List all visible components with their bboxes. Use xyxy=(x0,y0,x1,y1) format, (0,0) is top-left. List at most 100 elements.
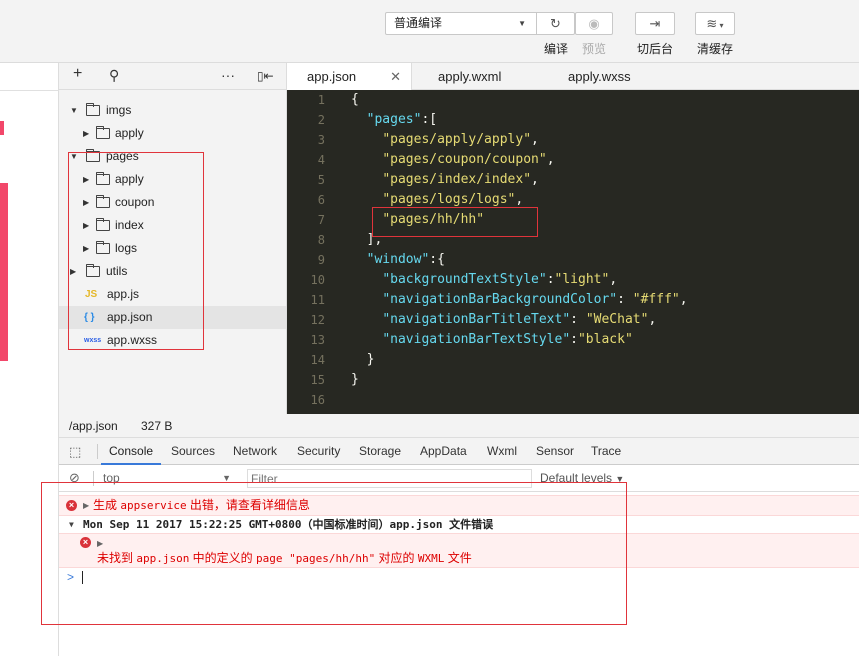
simulator-panel[interactable] xyxy=(0,63,59,656)
folder-icon xyxy=(86,264,100,277)
code-line[interactable]: 12 "navigationBarTitleText": "WeChat", xyxy=(287,310,859,330)
code-line[interactable]: 14 } xyxy=(287,350,859,370)
search-icon[interactable]: ⚲ xyxy=(109,67,119,84)
console-prompt[interactable]: > xyxy=(59,568,859,587)
tree-item-app-wxss[interactable]: wxss app.wxss xyxy=(59,329,286,352)
compile-mode-value: 普通编译 xyxy=(394,16,443,30)
code-text: "navigationBarTitleText": "WeChat", xyxy=(382,312,657,327)
more-icon[interactable]: ··· xyxy=(221,67,235,83)
tree-item-pages[interactable]: ▼ pages xyxy=(59,145,286,168)
code-text: { xyxy=(351,92,359,107)
top-toolbar: 普通编译 ▼ ↻ ◉ ⇥ ≋ ▾ 编译 预览 切后台 清缓存 xyxy=(0,0,859,63)
code-text: "pages/coupon/coupon", xyxy=(382,152,555,167)
code-line[interactable]: 11 "navigationBarBackgroundColor": "#fff… xyxy=(287,290,859,310)
tab-sources[interactable]: Sources xyxy=(171,438,215,465)
inspect-icon[interactable]: ⬚ xyxy=(69,444,81,460)
line-number: 7 xyxy=(317,213,325,227)
switch-background-icon: ⇥ xyxy=(649,16,661,31)
code-line[interactable]: 10 "backgroundTextStyle":"light", xyxy=(287,270,859,290)
chevron-down-icon: ▼ xyxy=(70,152,78,161)
line-number: 5 xyxy=(317,173,325,187)
tab-security[interactable]: Security xyxy=(297,438,340,465)
tab-storage[interactable]: Storage xyxy=(359,438,401,465)
tree-item-pages-apply[interactable]: ▶ apply xyxy=(59,168,286,191)
add-icon[interactable]: + xyxy=(73,65,82,83)
chevron-down-icon: ▼ xyxy=(69,520,74,529)
folder-icon xyxy=(96,218,110,231)
chevron-right-icon: ▶ xyxy=(70,267,77,276)
tree-item-logs[interactable]: ▶ logs xyxy=(59,237,286,260)
clear-cache-button[interactable]: ≋ ▾ xyxy=(695,12,735,35)
tab-trace[interactable]: Trace xyxy=(591,438,621,465)
code-line[interactable]: 7 "pages/hh/hh" xyxy=(287,210,859,230)
file-tree-panel: + ⚲ ··· ▯⇤ ▼ imgs ▶ apply ▼ pages ▶ appl… xyxy=(59,63,287,414)
folder-icon xyxy=(96,195,110,208)
tab-network[interactable]: Network xyxy=(233,438,277,465)
background-button[interactable]: ⇥ xyxy=(635,12,675,35)
tree-item-index[interactable]: ▶ index xyxy=(59,214,286,237)
chevron-right-icon: ▶ xyxy=(83,198,90,207)
code-line[interactable]: 2 "pages":[ xyxy=(287,110,859,130)
tree-item-utils[interactable]: ▶ utils xyxy=(59,260,286,283)
code-line[interactable]: 13 "navigationBarTextStyle":"black" xyxy=(287,330,859,350)
divider xyxy=(0,90,59,91)
console-error-detail[interactable]: × ▶ 未找到 app.json 中的定义的 page "pages/hh/hh… xyxy=(59,533,859,568)
preview-button[interactable]: ◉ xyxy=(575,12,613,35)
tree-item-coupon[interactable]: ▶ coupon xyxy=(59,191,286,214)
chevron-right-icon: ▶ xyxy=(83,129,90,138)
tree-item-apply[interactable]: ▶ apply xyxy=(59,122,286,145)
compile-button[interactable]: ↻ xyxy=(537,12,575,35)
js-file-icon: JS xyxy=(85,289,98,300)
code-line[interactable]: 9 "window":{ xyxy=(287,250,859,270)
filter-input[interactable] xyxy=(247,469,532,488)
folder-icon xyxy=(96,126,110,139)
simulator-accent xyxy=(0,121,4,135)
collapse-panel-icon[interactable]: ▯⇤ xyxy=(257,69,274,83)
clear-console-icon[interactable]: ⊘ xyxy=(69,470,80,486)
levels-select[interactable]: Default levels ▼ xyxy=(540,469,624,488)
preview-label: 预览 xyxy=(581,42,606,56)
tab-apply-wxss[interactable]: apply.wxss xyxy=(568,63,668,90)
tree-item-imgs[interactable]: ▼ imgs xyxy=(59,99,286,122)
compile-label: 编译 xyxy=(543,42,568,56)
tab-appdata[interactable]: AppData xyxy=(420,438,467,465)
code-line[interactable]: 16 xyxy=(287,390,859,410)
tree-item-app-js[interactable]: JS app.js xyxy=(59,283,286,306)
eye-icon: ◉ xyxy=(588,16,600,31)
chevron-right-icon: ▶ xyxy=(83,501,90,510)
code-text: "pages/apply/apply", xyxy=(382,132,539,147)
code-line[interactable]: 1{ xyxy=(287,90,859,110)
line-number: 11 xyxy=(310,293,325,307)
code-line[interactable]: 8 ], xyxy=(287,230,859,250)
console-group-header[interactable]: ▼ Mon Sep 11 2017 15:22:25 GMT+0800（中国标准… xyxy=(59,515,859,534)
json-file-icon: { } xyxy=(84,312,95,323)
tab-sensor[interactable]: Sensor xyxy=(536,438,574,465)
code-text: "pages/logs/logs", xyxy=(382,192,524,207)
console-error-row[interactable]: × ▶ 生成 appservice 出错，请查看详细信息 xyxy=(59,495,859,516)
file-path: /app.json xyxy=(69,419,118,433)
line-number: 6 xyxy=(317,193,325,207)
code-editor[interactable]: 1{2 "pages":[3 "pages/apply/apply", 4 "pa… xyxy=(287,90,859,414)
close-icon[interactable]: ✕ xyxy=(390,63,401,90)
code-text: "pages/hh/hh" xyxy=(382,212,485,227)
code-line[interactable]: 6 "pages/logs/logs", xyxy=(287,190,859,210)
tab-apply-wxml[interactable]: apply.wxml xyxy=(438,63,538,90)
console-output[interactable]: × ▶ 生成 appservice 出错，请查看详细信息 ▼ Mon Sep 1… xyxy=(59,492,859,656)
code-line[interactable]: 5 "pages/index/index", xyxy=(287,170,859,190)
code-line[interactable]: 15} xyxy=(287,370,859,390)
error-icon: × xyxy=(80,537,91,548)
simulator-banner xyxy=(0,183,8,361)
code-line[interactable]: 4 "pages/coupon/coupon", xyxy=(287,150,859,170)
line-number: 16 xyxy=(310,393,325,407)
file-size: 327 B xyxy=(141,419,173,433)
divider xyxy=(97,444,98,459)
tab-console[interactable]: Console xyxy=(101,438,162,465)
tree-item-app-json[interactable]: { } app.json xyxy=(59,306,286,329)
context-select[interactable]: top ▼ xyxy=(99,469,234,488)
code-line[interactable]: 3 "pages/apply/apply", xyxy=(287,130,859,150)
tab-app-json[interactable]: app.json ✕ xyxy=(287,63,412,90)
code-text: "window":{ xyxy=(366,252,445,267)
compile-mode-select[interactable]: 普通编译 ▼ xyxy=(385,12,537,35)
tab-wxml[interactable]: Wxml xyxy=(487,438,517,465)
status-bar: /app.json 327 B xyxy=(59,414,859,438)
